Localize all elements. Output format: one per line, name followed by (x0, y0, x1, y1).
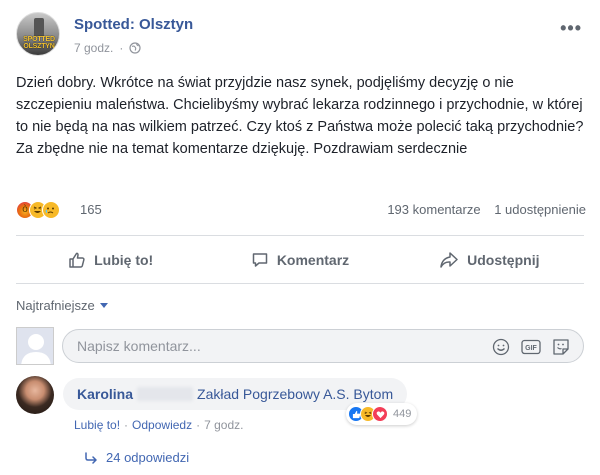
like-button-label: Lubię to! (94, 252, 154, 268)
shares-count-link[interactable]: 1 udostępnienie (494, 202, 586, 217)
share-button-label: Udostępnij (467, 252, 540, 268)
comments-count-link[interactable]: 193 komentarze (387, 202, 480, 217)
comment-author-link[interactable]: Karolina (77, 386, 133, 402)
reply-arrow-icon (85, 451, 97, 464)
comment-button-label: Komentarz (276, 252, 350, 268)
post-actions: Lubię to! Komentarz Udostępnij (16, 240, 584, 280)
comment-sort-dropdown[interactable]: Najtrafniejsze (16, 298, 108, 313)
comment-button[interactable]: Komentarz (205, 240, 394, 280)
comment-actions: Lubię to! · Odpowiedz · 7 godz. (74, 418, 243, 432)
meta-separator: · (119, 41, 124, 55)
love-reaction-icon (372, 406, 388, 422)
reaction-count[interactable]: 165 (80, 202, 102, 217)
reactions-summary: ò 165 193 komentarze 1 udostępnienie (16, 200, 586, 222)
comment-sort-label: Najtrafniejsze (16, 298, 95, 313)
sticker-icon[interactable] (551, 337, 571, 357)
comment-icon (252, 253, 268, 267)
avatar-tower-graphic (34, 18, 44, 36)
caret-down-icon (99, 303, 108, 308)
post-body-text: Dzień dobry. Wkrótce na świat przyjdzie … (16, 75, 584, 157)
share-icon (440, 252, 458, 268)
gif-icon[interactable]: GIF (521, 337, 541, 357)
engagement-counts: 193 komentarze 1 udostępnienie (387, 202, 586, 217)
redacted-surname (137, 387, 194, 401)
comment-item: Karolina Zakład Pogrzebowy A.S. Bytom 44… (16, 376, 586, 436)
emoji-icon[interactable] (491, 337, 511, 357)
comment-reply-link[interactable]: Odpowiedz (132, 418, 192, 432)
thumbs-up-icon (69, 252, 85, 268)
comment-composer: GIF (16, 326, 586, 366)
current-user-avatar (16, 327, 54, 365)
comment-text[interactable]: Zakład Pogrzebowy A.S. Bytom (197, 386, 393, 402)
like-button[interactable]: Lubię to! (16, 240, 205, 280)
comment-box: GIF (62, 329, 584, 363)
gif-icon-label: GIF (525, 345, 537, 352)
avatar-logo-text: SPOTTED OLSZTYN (23, 36, 55, 50)
action-separator: · (124, 418, 129, 432)
comment-timestamp[interactable]: 7 godz. (204, 418, 243, 432)
share-button[interactable]: Udostępnij (395, 240, 584, 280)
commenter-avatar[interactable] (16, 376, 54, 414)
sad-reaction-icon (42, 201, 60, 219)
page-name-link[interactable]: Spotted: Olsztyn (74, 16, 193, 33)
comment-reactions[interactable]: 449 (346, 403, 418, 425)
page-avatar[interactable]: SPOTTED OLSZTYN (16, 12, 60, 56)
reaction-icons[interactable]: ò (16, 201, 60, 219)
post-meta: 7 godz. · (74, 41, 141, 55)
comment-reaction-count: 449 (393, 408, 412, 420)
divider-bottom (16, 283, 584, 284)
comment-like-link[interactable]: Lubię to! (74, 418, 120, 432)
divider-top (16, 235, 584, 236)
post-header: SPOTTED OLSZTYN Spotted: Olsztyn 7 godz.… (16, 12, 584, 62)
replies-count-label: 24 odpowiedzi (106, 450, 190, 465)
view-replies-link[interactable]: 24 odpowiedzi (84, 450, 189, 465)
more-options-icon[interactable]: ••• (560, 18, 582, 39)
comment-input[interactable] (77, 330, 457, 362)
post-timestamp[interactable]: 7 godz. (74, 41, 113, 55)
action-separator: · (196, 418, 201, 432)
composer-icons: GIF (481, 337, 571, 357)
globe-icon[interactable] (129, 42, 141, 54)
